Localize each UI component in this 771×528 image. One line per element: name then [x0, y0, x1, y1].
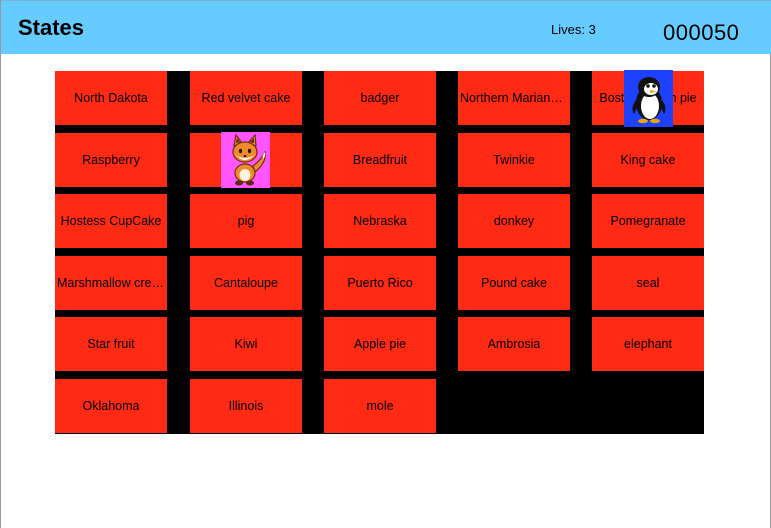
board-cell[interactable]: Puerto Rico — [324, 256, 436, 310]
board-cell[interactable]: Raspberry — [55, 133, 167, 187]
cell-label: Hostess CupCake — [60, 214, 162, 228]
cell-label: King cake — [620, 153, 676, 167]
cell-label: Illinois — [228, 399, 264, 413]
board-cell[interactable]: Star fruit — [55, 317, 167, 371]
fox-icon — [232, 133, 266, 186]
cell-label: Pound cake — [480, 276, 548, 290]
fox-sprite — [221, 132, 270, 188]
board-cell[interactable]: donkey — [458, 194, 570, 248]
cell-label: Kiwi — [234, 337, 258, 351]
board-cell[interactable]: Northern Mariana Islands — [458, 71, 570, 125]
cell-label: Nebraska — [353, 214, 407, 228]
board-cell[interactable]: Pomegranate — [592, 194, 704, 248]
cell-label: Puerto Rico — [347, 276, 413, 290]
cell-label: Oklahoma — [82, 399, 140, 413]
cell-label: Twinkie — [493, 153, 535, 167]
cell-label: badger — [360, 91, 400, 105]
cell-label: Cantaloupe — [214, 276, 278, 290]
cell-label: Northern Mariana Islands — [460, 91, 568, 105]
cell-label: seal — [636, 276, 660, 290]
board-cell[interactable]: Twinkie — [458, 133, 570, 187]
board-cell[interactable]: Nebraska — [324, 194, 436, 248]
cell-label: North Dakota — [74, 91, 148, 105]
cell-label: Pomegranate — [610, 214, 686, 228]
penguin-sprite — [624, 70, 673, 127]
board-cell[interactable]: seal — [592, 256, 704, 310]
cell-label: donkey — [493, 214, 535, 228]
cell-label: elephant — [624, 337, 672, 351]
lives-counter: Lives: 3 — [551, 22, 596, 37]
score-counter: 000050 — [663, 20, 740, 45]
board-cell[interactable]: Marshmallow creme — [55, 256, 167, 310]
board-cell[interactable]: Red velvet cake — [190, 71, 302, 125]
header-bar: States Lives: 3 000050 — [1, 0, 771, 54]
board-cell[interactable]: Oklahoma — [55, 379, 167, 433]
board-cell[interactable]: Illinois — [190, 379, 302, 433]
board-cell[interactable]: Kiwi — [190, 317, 302, 371]
cell-label: Ambrosia — [487, 337, 541, 351]
board-cell[interactable]: pig — [190, 194, 302, 248]
game-window: States Lives: 3 000050 North Dakota Red … — [0, 0, 771, 528]
board-cell[interactable]: elephant — [592, 317, 704, 371]
game-title: States — [18, 15, 85, 40]
board-cell[interactable]: Breadfruit — [324, 133, 436, 187]
cell-label: Raspberry — [82, 153, 140, 167]
board-cell[interactable]: King cake — [592, 133, 704, 187]
board-cell[interactable]: North Dakota — [55, 71, 167, 125]
board-cell[interactable]: Apple pie — [324, 317, 436, 371]
cell-label: Marshmallow creme — [57, 276, 165, 290]
board-cell[interactable]: mole — [324, 379, 436, 433]
penguin-icon — [632, 77, 666, 124]
board-cell[interactable]: badger — [324, 71, 436, 125]
cell-label: Red velvet cake — [201, 91, 291, 105]
cell-label: mole — [366, 399, 394, 413]
cell-label: Breadfruit — [352, 153, 408, 167]
cell-label: Star fruit — [87, 337, 135, 351]
cell-label: pig — [237, 214, 255, 228]
board-cell[interactable]: Cantaloupe — [190, 256, 302, 310]
board-cell[interactable]: Hostess CupCake — [55, 194, 167, 248]
cell-label: Apple pie — [353, 337, 407, 351]
board-cell[interactable]: Ambrosia — [458, 317, 570, 371]
board-cell[interactable]: Pound cake — [458, 256, 570, 310]
